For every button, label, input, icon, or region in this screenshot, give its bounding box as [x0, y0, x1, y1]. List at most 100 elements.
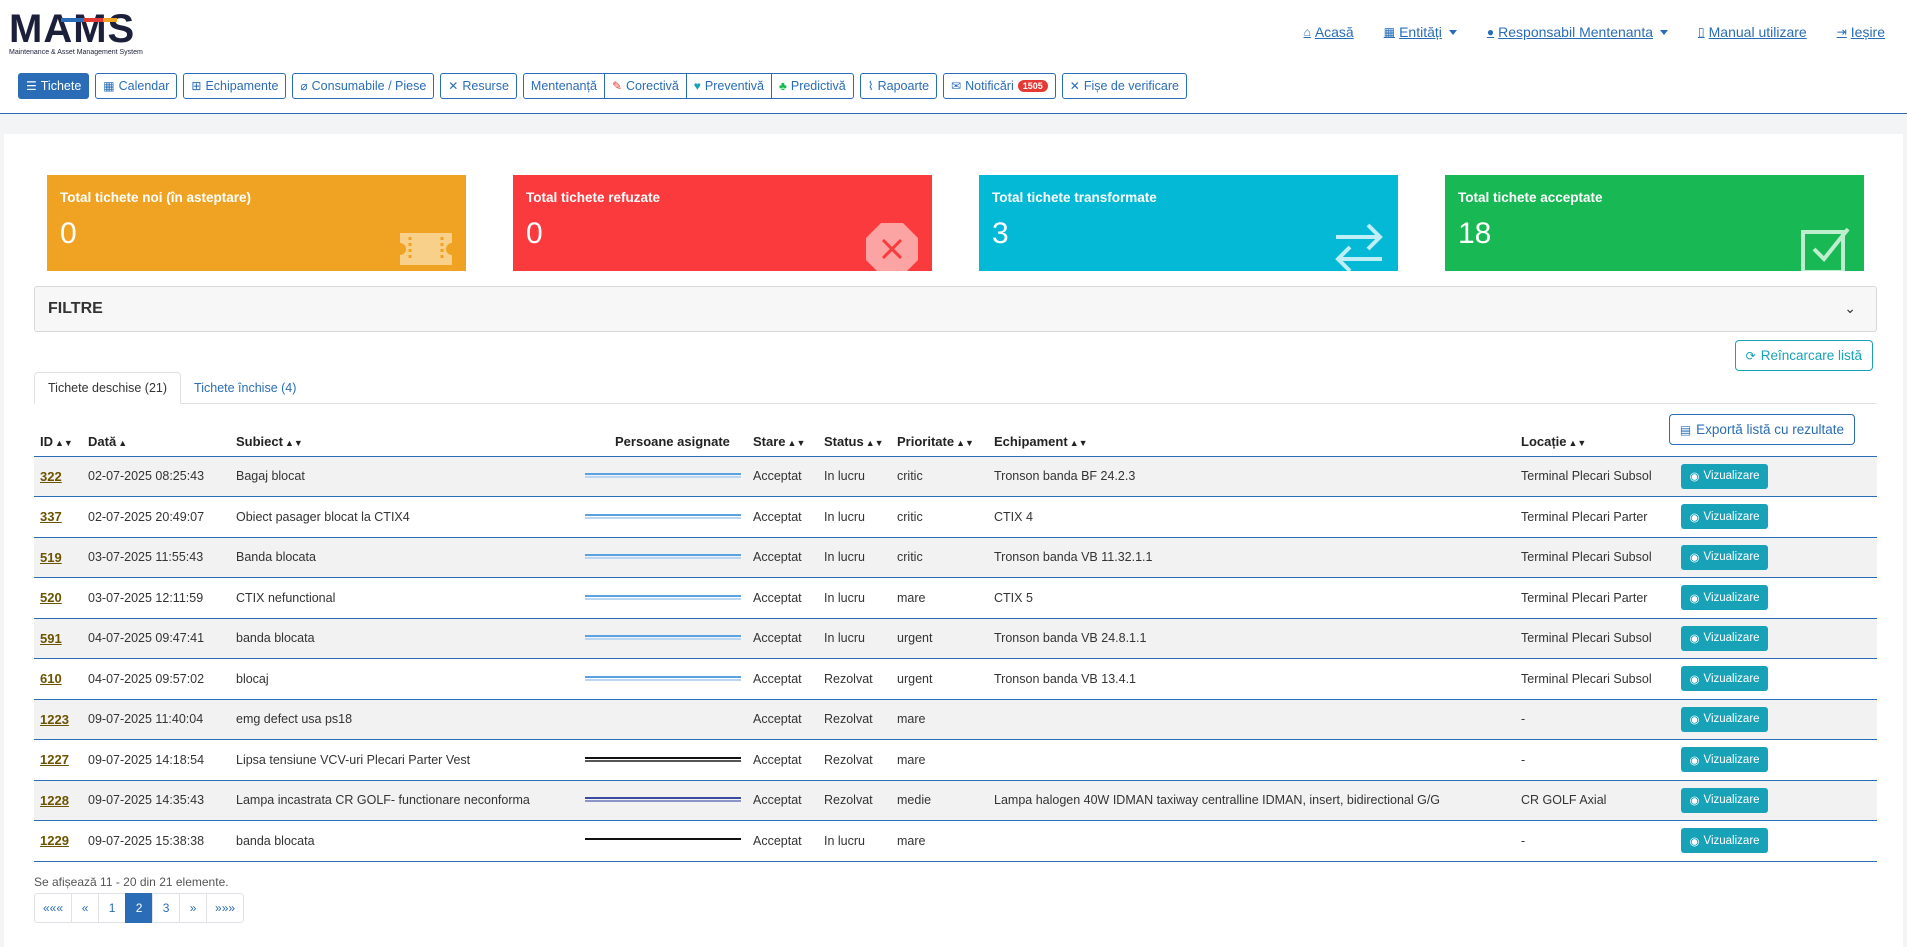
reload-list-button[interactable]: ⟳ Reîncarcare listă: [1734, 340, 1873, 371]
ticket-id-link[interactable]: 1227: [40, 752, 69, 767]
nav-entities-dropdown[interactable]: ▦ Entități: [1384, 24, 1457, 40]
cell-location: Terminal Plecari Parter: [1515, 577, 1675, 619]
menu-corectiva-button[interactable]: ✎ Corectivă: [603, 73, 687, 99]
export-results-button[interactable]: ▤ Exportă listă cu rezultate: [1668, 414, 1855, 445]
cell-state: Acceptat: [747, 739, 818, 781]
cell-assignees: [579, 537, 747, 578]
cell-priority: urgent: [891, 658, 988, 700]
cell-priority: critic: [891, 537, 988, 578]
assignee-bars: [585, 594, 741, 601]
sort-icon: ▲▼: [1069, 437, 1088, 448]
view-ticket-button[interactable]: ◉ Vizualizare: [1681, 747, 1768, 773]
column-header-subject[interactable]: Subiect ▲▼: [230, 418, 579, 457]
menu-rapoarte-label: Rapoarte: [877, 79, 930, 93]
tab-open-tickets[interactable]: Tichete deschise (21): [34, 372, 182, 404]
view-ticket-button[interactable]: ◉ Vizualizare: [1681, 706, 1768, 732]
cell-state: Acceptat: [747, 537, 818, 578]
cell-location: CR GOLF Axial: [1515, 780, 1675, 821]
column-header-state[interactable]: Stare ▲▼: [747, 418, 818, 457]
view-label: Vizualizare: [1703, 510, 1760, 523]
card-title: Total tichete noi (în asteptare): [60, 190, 252, 205]
view-label: Vizualizare: [1703, 834, 1760, 847]
nav-logout-link[interactable]: ⇥ Ieșire: [1837, 24, 1885, 40]
view-ticket-button[interactable]: ◉ Vizualizare: [1681, 828, 1768, 854]
eye-icon: ◉: [1689, 673, 1700, 686]
menu-fise-button[interactable]: ✕ Fișe de verificare: [1061, 73, 1188, 99]
cell-actions: ◉ Vizualizare: [1675, 496, 1877, 538]
view-label: Vizualizare: [1703, 591, 1760, 604]
view-ticket-button[interactable]: ◉ Vizualizare: [1681, 666, 1768, 692]
page-button[interactable]: »: [179, 893, 208, 923]
filter-panel-toggle[interactable]: FILTRE ⌄: [34, 286, 1877, 332]
column-header-location[interactable]: Locație ▲▼: [1515, 418, 1675, 457]
menu-mentenanta-button[interactable]: Mentenanță: [522, 73, 605, 99]
cell-status: Rezolvat: [818, 739, 891, 781]
eye-icon: ◉: [1689, 835, 1700, 848]
table-row: 1229 09-07-2025 15:38:38 banda blocata Acce…: [34, 820, 1877, 862]
ticket-id-link[interactable]: 322: [40, 469, 62, 484]
ticket-id-link[interactable]: 591: [40, 631, 62, 646]
refused-icon: [866, 223, 918, 271]
column-header-date[interactable]: Dată ▲: [82, 418, 230, 457]
view-label: Vizualizare: [1703, 794, 1760, 807]
menu-calendar-label: Calendar: [118, 79, 170, 93]
refresh-icon: ⟳: [1745, 348, 1756, 363]
page-button[interactable]: »»»: [206, 893, 245, 923]
app-logo[interactable]: MAMS Maintenance & Asset Management Syst…: [9, 9, 159, 56]
tools-icon: ✕: [1069, 79, 1080, 93]
menu-consumabile-button[interactable]: ⌀ Consumabile / Piese: [292, 73, 435, 99]
page-button[interactable]: 3: [152, 893, 181, 923]
menu-resurse-button[interactable]: ✕ Resurse: [440, 73, 517, 99]
eye-icon: ◉: [1689, 795, 1700, 808]
nav-home-link[interactable]: ⌂ Acasă: [1304, 24, 1354, 40]
view-ticket-button[interactable]: ◉ Vizualizare: [1681, 544, 1768, 570]
menu-rapoarte-button[interactable]: ⌇ Rapoarte: [859, 73, 938, 99]
pagination-info: Se afișează 11 - 20 din 21 elemente.: [34, 875, 229, 889]
view-label: Vizualizare: [1703, 632, 1760, 645]
cell-assignees: [579, 739, 747, 781]
view-ticket-button[interactable]: ◉ Vizualizare: [1681, 504, 1768, 530]
column-header-equipment[interactable]: Echipament ▲▼: [988, 418, 1515, 457]
cell-date: 03-07-2025 11:55:43: [82, 537, 230, 578]
view-ticket-button[interactable]: ◉ Vizualizare: [1681, 463, 1768, 489]
ticket-id-link[interactable]: 1228: [40, 793, 69, 808]
column-header-priority[interactable]: Prioritate ▲▼: [891, 418, 988, 457]
menu-preventiva-button[interactable]: ♥ Preventivă: [685, 73, 772, 99]
header-label: Stare: [753, 433, 786, 449]
card-title: Total tichete transformate: [992, 190, 1157, 205]
ticket-id-link[interactable]: 337: [40, 509, 62, 524]
ticket-id-link[interactable]: 1223: [40, 712, 69, 727]
ticket-id-link[interactable]: 610: [40, 671, 62, 686]
cell-status: Rezolvat: [818, 780, 891, 821]
cell-actions: ◉ Vizualizare: [1675, 699, 1877, 740]
main-panel: Total tichete noi (în asteptare) 0 Total…: [4, 134, 1903, 947]
menu-calendar-button[interactable]: ▦ Calendar: [95, 73, 178, 99]
column-header-status[interactable]: Status ▲▼: [818, 418, 891, 457]
nav-user-dropdown[interactable]: ● Responsabil Mentenanta: [1487, 24, 1669, 40]
ticket-id-link[interactable]: 520: [40, 590, 62, 605]
page-button[interactable]: «: [71, 893, 100, 923]
table-row: 610 04-07-2025 09:57:02 blocaj Acceptat Rezo…: [34, 658, 1877, 700]
ticket-id-link[interactable]: 519: [40, 550, 62, 565]
page-button[interactable]: 1: [98, 893, 127, 923]
cell-actions: ◉ Vizualizare: [1675, 820, 1877, 862]
paperclip-icon: ⌀: [300, 79, 308, 93]
menu-notificari-button[interactable]: ✉ Notificări 1505: [943, 73, 1056, 99]
column-header-id[interactable]: ID ▲▼: [34, 418, 82, 457]
page-button[interactable]: 2: [125, 893, 154, 923]
cell-priority: medie: [891, 780, 988, 821]
nav-home-label: Acasă: [1314, 24, 1354, 40]
menu-tichete-button[interactable]: ☰ Tichete: [18, 73, 90, 99]
nav-manual-link[interactable]: ▯ Manual utilizare: [1698, 24, 1807, 40]
menu-predictiva-button[interactable]: ♣ Predictivă: [770, 73, 854, 99]
sort-asc-icon: ▲: [118, 437, 128, 448]
cell-location: Terminal Plecari Parter: [1515, 496, 1675, 538]
cell-priority: mare: [891, 739, 988, 781]
view-ticket-button[interactable]: ◉ Vizualizare: [1681, 625, 1768, 651]
view-ticket-button[interactable]: ◉ Vizualizare: [1681, 585, 1768, 611]
tab-closed-tickets[interactable]: Tichete închise (4): [181, 372, 309, 404]
menu-echipamente-button[interactable]: ⊞ Echipamente: [183, 73, 287, 99]
page-button[interactable]: «««: [34, 893, 73, 923]
view-ticket-button[interactable]: ◉ Vizualizare: [1681, 787, 1768, 813]
ticket-id-link[interactable]: 1229: [40, 833, 69, 848]
